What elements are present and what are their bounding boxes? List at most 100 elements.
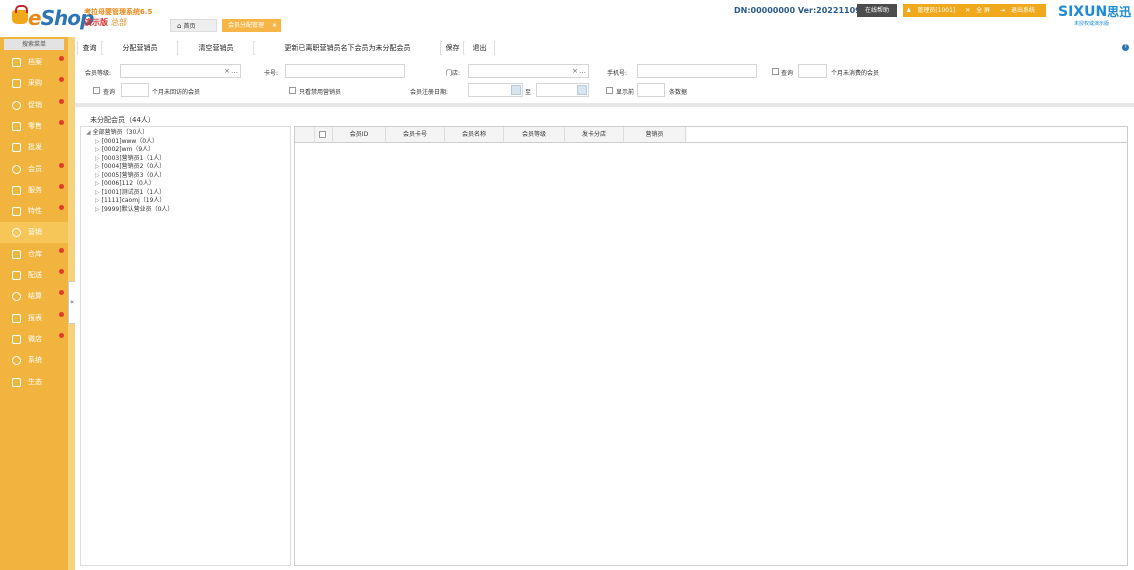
grid-column-header[interactable]: 会员卡号 xyxy=(386,127,445,143)
card-no-input[interactable] xyxy=(285,64,405,78)
settlement-icon xyxy=(12,292,21,302)
sidebar-item-8[interactable]: 营销 xyxy=(0,222,68,244)
phone-input[interactable] xyxy=(637,64,757,78)
no-consume-months-input[interactable] xyxy=(798,64,827,78)
admin-toolbar: ♟ 管理员[1001] ✕ 全 屏 ⇥ 退出系统 xyxy=(903,4,1046,17)
tree-node[interactable]: ▷ [0001]www（0人） xyxy=(86,138,173,147)
sidebar-item-14[interactable]: 系统 xyxy=(0,350,68,371)
sidebar-item-label: 配送 xyxy=(28,271,42,279)
caret-right-icon[interactable]: ▷ xyxy=(95,155,100,162)
calendar-icon[interactable] xyxy=(577,85,587,95)
sidebar-item-10[interactable]: 配送 xyxy=(0,265,68,286)
sidebar-item-6[interactable]: 服务 xyxy=(0,180,68,201)
grid-column-header[interactable]: 会员等级 xyxy=(504,127,565,143)
update-resigned-button[interactable]: 更新已离职营销员名下会员为未分配会员 xyxy=(255,41,441,55)
calendar-icon[interactable] xyxy=(511,85,521,95)
tree-node[interactable]: ▷ [1111]caomj（19人） xyxy=(86,197,173,206)
tab-home[interactable]: ⌂ 首页 xyxy=(170,19,217,32)
no-consume-checkbox[interactable] xyxy=(772,68,779,75)
assign-sales-button[interactable]: 分配营销员 xyxy=(103,41,178,55)
show-first-checkbox[interactable] xyxy=(606,87,613,94)
eshop-logo: eShop xyxy=(12,4,94,30)
caret-right-icon[interactable]: ▷ xyxy=(95,197,100,204)
sidebar-item-11[interactable]: 结算 xyxy=(0,286,68,307)
tree-node[interactable]: ▷ [1001]测试员1（1人） xyxy=(86,189,173,198)
app-window: eShop 考拉母婴管理系统6.5 演示版 总部 ⌂ 首页 会员分配管理 × DN:0… xyxy=(0,0,1134,570)
caret-right-icon[interactable]: ▷ xyxy=(95,180,100,187)
select-all-checkbox[interactable] xyxy=(319,131,326,138)
tree-node-label: [1001]测试员1（1人） xyxy=(101,188,166,196)
caret-right-icon[interactable]: ▷ xyxy=(95,138,100,145)
sidebar-item-label: 特性 xyxy=(28,207,42,216)
grid-header: 会员ID 会员卡号 会员名称 会员等级 发卡分店 营销员 xyxy=(295,127,687,143)
clear-icon[interactable]: × xyxy=(572,67,578,75)
show-count-input[interactable] xyxy=(637,83,665,97)
grid-column-header[interactable]: 会员ID xyxy=(333,127,386,143)
grid-column-header[interactable]: 会员名称 xyxy=(445,127,504,143)
store-select[interactable]: ×… xyxy=(468,64,589,78)
sidebar-item-4[interactable]: 批发 xyxy=(0,137,68,158)
sidebar-item-13[interactable]: 微店 xyxy=(0,329,68,350)
caret-right-icon[interactable]: ▷ xyxy=(95,189,100,196)
system-icon xyxy=(12,356,21,366)
exit-button[interactable]: 退出 xyxy=(465,41,494,55)
reg-date-label: 会员注册日期: xyxy=(410,89,449,96)
demo-label: 演示版 总部 xyxy=(84,17,127,28)
search-menu-button[interactable]: 搜索菜单 xyxy=(4,39,64,50)
member-icon xyxy=(12,164,21,174)
sales-tree: ◢ 全部营销员（30人） ▷ [0001]www（0人） ▷ [0002]wm（9人） ▷… xyxy=(86,129,173,214)
tree-node[interactable]: ▷ [9999]默认营业员（0人） xyxy=(86,206,173,215)
caret-right-icon[interactable]: ▷ xyxy=(95,163,100,170)
sidebar-item-label: 营销 xyxy=(28,228,42,237)
sidebar-item-7[interactable]: 特性 xyxy=(0,201,68,222)
tree-node[interactable]: ▷ [0003]营销员1（1人） xyxy=(86,155,173,164)
sidebar-item-5[interactable]: 会员 xyxy=(0,159,68,180)
sidebar-item-3[interactable]: 零售 xyxy=(0,116,68,137)
more-icon[interactable]: … xyxy=(231,67,238,75)
close-icon[interactable]: × xyxy=(272,19,277,32)
save-button[interactable]: 保存 xyxy=(442,41,464,55)
date-to-label: 至 xyxy=(525,89,532,96)
admin-button[interactable]: ♟ 管理员[1001] xyxy=(906,7,959,14)
caret-right-icon[interactable]: ▷ xyxy=(95,146,100,153)
notification-dot xyxy=(59,205,64,211)
help-icon[interactable]: ? xyxy=(1122,44,1129,51)
tab-member-assign[interactable]: 会员分配管理 × xyxy=(222,19,281,32)
no-visit-checkbox[interactable] xyxy=(93,87,100,94)
no-visit-months-input[interactable] xyxy=(121,83,149,97)
user-icon: ♟ xyxy=(906,7,912,14)
sidebar-item-2[interactable]: 促销 xyxy=(0,95,68,116)
fullscreen-icon: ✕ xyxy=(965,7,971,14)
tree-node[interactable]: ▷ [0006]112（0人） xyxy=(86,180,173,189)
delivery-icon xyxy=(12,271,21,280)
tree-node[interactable]: ▷ [0005]营销员3（0人） xyxy=(86,172,173,181)
tree-node[interactable]: ▷ [0004]营销员2（0人） xyxy=(86,163,173,172)
microshop-icon xyxy=(12,334,21,344)
clear-sales-button[interactable]: 清空营销员 xyxy=(179,41,254,55)
logout-button[interactable]: ⇥ 退出系统 xyxy=(1000,7,1039,14)
admin-label: 管理员[1001] xyxy=(917,7,956,14)
disabled-only-checkbox[interactable] xyxy=(289,87,296,94)
query-button[interactable]: 查询 xyxy=(78,41,102,55)
clear-icon[interactable]: × xyxy=(224,67,230,75)
notification-dot xyxy=(59,290,64,296)
sidebar-item-1[interactable]: 采购 xyxy=(0,73,68,94)
caret-right-icon[interactable]: ▷ xyxy=(95,172,100,179)
sixun-logo: SIXUN思迅 xyxy=(1058,3,1131,20)
sidebar-item-12[interactable]: 报表 xyxy=(0,308,68,329)
sidebar-item-15[interactable]: 生态 xyxy=(0,372,68,393)
tree-node[interactable]: ▷ [0002]wm（9人） xyxy=(86,146,173,155)
unassigned-members-link[interactable]: 未分配会员（44人） xyxy=(90,115,155,125)
more-icon[interactable]: … xyxy=(579,67,586,75)
caret-down-icon[interactable]: ◢ xyxy=(86,129,91,136)
online-help-button[interactable]: 在线帮助 xyxy=(857,4,897,17)
caret-right-icon[interactable]: ▷ xyxy=(95,206,100,213)
sidebar-item-9[interactable]: 仓库 xyxy=(0,244,68,265)
tree-root[interactable]: ◢ 全部营销员（30人） xyxy=(86,129,173,138)
select-all-cell xyxy=(315,127,333,143)
member-level-select[interactable]: ×… xyxy=(120,64,241,78)
sidebar-item-0[interactable]: 档案 xyxy=(0,52,68,73)
grid-column-header[interactable]: 发卡分店 xyxy=(565,127,624,143)
fullscreen-button[interactable]: ✕ 全 屏 xyxy=(965,7,994,14)
grid-column-header[interactable]: 营销员 xyxy=(624,127,686,143)
